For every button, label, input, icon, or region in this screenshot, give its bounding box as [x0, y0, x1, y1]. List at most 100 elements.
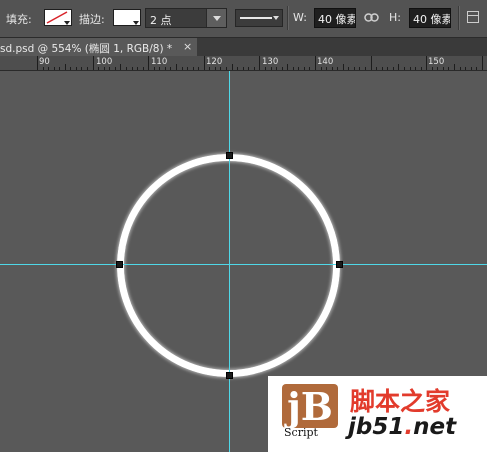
ruler-tick [93, 56, 94, 70]
document-tab[interactable]: sd.psd @ 554% (椭圆 1, RGB/8) * × [0, 38, 197, 56]
link-icon[interactable] [364, 12, 379, 23]
ruler-tick [193, 67, 194, 70]
ruler-tick [410, 67, 411, 70]
ruler-tick [332, 67, 333, 70]
ruler-tick [248, 67, 249, 70]
logo-caption: Script [284, 426, 318, 439]
ruler-tick [471, 67, 472, 70]
vertical-guide[interactable] [229, 71, 230, 452]
ruler-tick [371, 56, 372, 70]
ruler-tick [48, 67, 49, 70]
ruler-tick [287, 64, 288, 70]
ruler-tick [170, 67, 171, 70]
stroke-width-value: 2 点 [150, 14, 172, 27]
ruler-tick [337, 67, 338, 70]
horizontal-guide[interactable] [0, 264, 487, 265]
ruler-tick [237, 67, 238, 70]
ruler-tick [376, 67, 377, 70]
ruler-tick [81, 67, 82, 70]
chevron-down-icon [273, 16, 279, 20]
divider [287, 6, 289, 30]
dropdown-arrow-icon[interactable] [206, 9, 226, 27]
ruler-tick [271, 67, 272, 70]
ruler-tick [343, 64, 344, 70]
ruler-tick [348, 67, 349, 70]
ruler-label: 150 [428, 57, 445, 67]
ruler-tick [404, 67, 405, 70]
ruler-tick [37, 56, 38, 70]
options-bar: 填充: 描边: 2 点 W: 40 像素 H: 40 像素 [0, 0, 487, 38]
ruler-tick [326, 67, 327, 70]
ruler-tick [182, 67, 183, 70]
ruler-tick [243, 67, 244, 70]
ruler-tick [437, 67, 438, 70]
ruler-tick [460, 67, 461, 70]
chevron-down-icon [133, 21, 139, 25]
ruler-tick [226, 67, 227, 70]
ruler-tick [259, 56, 260, 70]
ruler-tick [109, 67, 110, 70]
ruler-tick [159, 67, 160, 70]
ruler-tick [76, 67, 77, 70]
ruler-tick [382, 67, 383, 70]
ruler-tick [393, 67, 394, 70]
anchor-point-top[interactable] [226, 152, 233, 159]
divider [458, 6, 460, 30]
ruler-tick [476, 67, 477, 70]
ruler-tick [421, 67, 422, 70]
ruler-tick [354, 67, 355, 70]
ruler-tick [415, 67, 416, 70]
ruler-tick [398, 64, 399, 70]
ruler-tick [482, 56, 483, 70]
ruler-tick [176, 64, 177, 70]
ruler-tick [198, 67, 199, 70]
ruler-tick [454, 64, 455, 70]
svg-text:jB: jB [284, 384, 333, 429]
ruler-tick [265, 67, 266, 70]
anchor-point-bottom[interactable] [226, 372, 233, 379]
url-suffix: net [413, 414, 457, 440]
ruler-label: 110 [151, 57, 168, 67]
path-operations-icon[interactable] [467, 11, 479, 23]
solid-line-icon [240, 17, 272, 19]
width-label: W: [293, 11, 307, 24]
ruler-tick [59, 67, 60, 70]
chevron-down-icon [64, 21, 70, 25]
close-icon[interactable]: × [183, 40, 192, 53]
fill-swatch[interactable] [44, 9, 72, 26]
anchor-point-right[interactable] [336, 261, 343, 268]
ruler-tick [282, 67, 283, 70]
ruler-tick [220, 67, 221, 70]
horizontal-ruler[interactable]: 90 100 110 120 130 140 150 [0, 56, 487, 71]
ruler-tick [254, 67, 255, 70]
ruler-tick [365, 67, 366, 70]
ruler-tick [43, 67, 44, 70]
stroke-swatch[interactable] [113, 9, 141, 26]
ruler-tick [165, 67, 166, 70]
stroke-type-select[interactable] [235, 9, 283, 27]
height-label: H: [389, 11, 401, 24]
ruler-tick [54, 67, 55, 70]
anchor-point-left[interactable] [116, 261, 123, 268]
ruler-tick [304, 67, 305, 70]
ruler-tick [187, 67, 188, 70]
ruler-tick [132, 67, 133, 70]
ruler-tick [137, 67, 138, 70]
url-prefix: jb51 [348, 414, 405, 440]
ruler-tick [143, 67, 144, 70]
ruler-tick [215, 67, 216, 70]
ruler-tick [309, 67, 310, 70]
ruler-tick [321, 67, 322, 70]
watermark: jB Script 脚本之家 jb51.net [268, 376, 487, 452]
ruler-tick [87, 67, 88, 70]
site-url: jb51.net [348, 414, 456, 440]
ruler-tick [426, 56, 427, 70]
ruler-tick [387, 67, 388, 70]
ruler-tick [448, 67, 449, 70]
ruler-tick [432, 67, 433, 70]
height-field[interactable]: 40 像素 [409, 8, 451, 28]
ruler-tick [104, 67, 105, 70]
width-field[interactable]: 40 像素 [314, 8, 356, 28]
stroke-width-select[interactable]: 2 点 [145, 8, 227, 28]
ruler-tick [293, 67, 294, 70]
